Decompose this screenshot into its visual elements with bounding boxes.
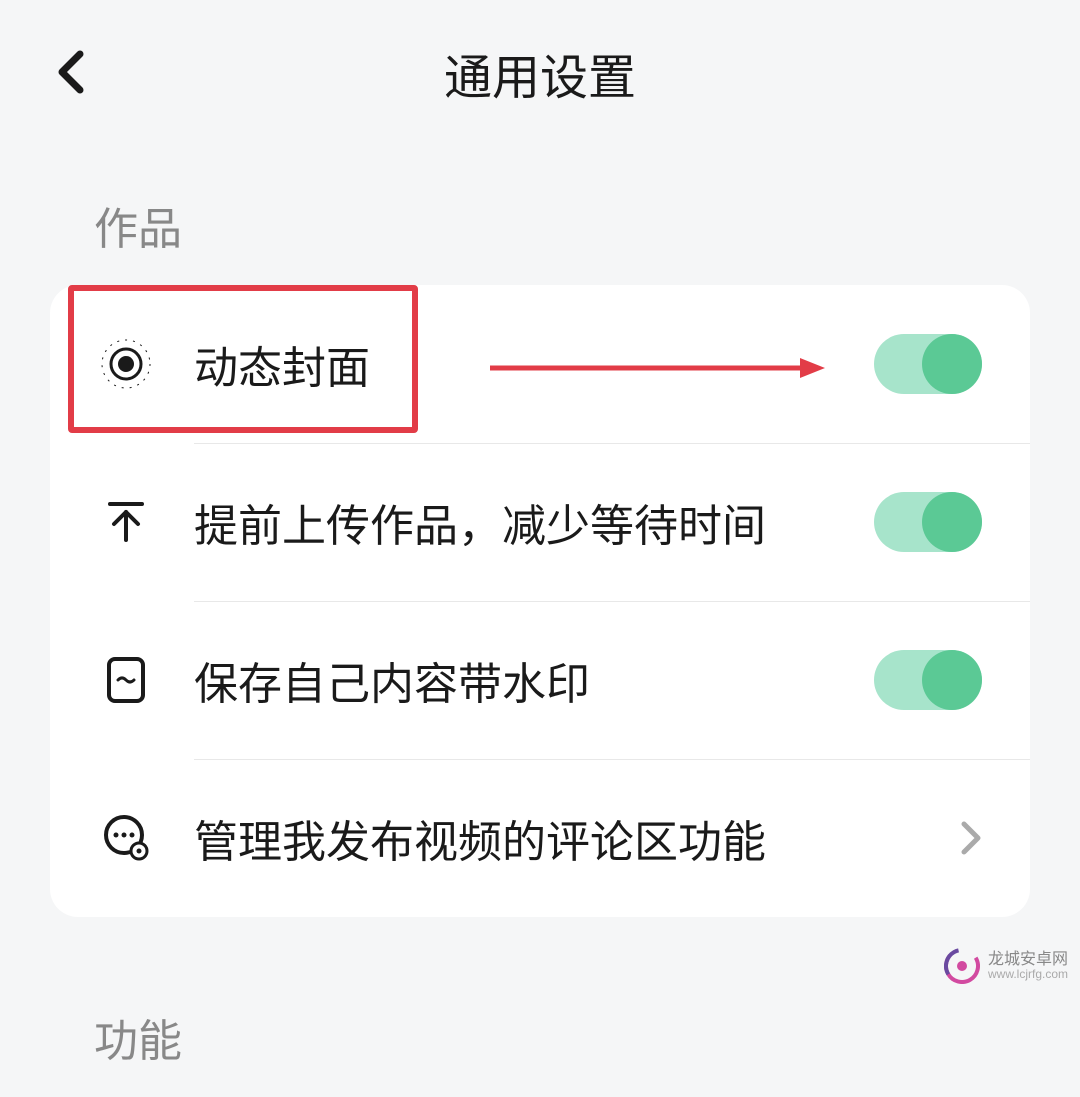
works-card: 动态封面 提前上传作品，减少等待时间 保存自己内容带水印 [50, 285, 1030, 917]
row-manage-comments[interactable]: 管理我发布视频的评论区功能 [50, 759, 1030, 917]
toggle-save-watermark[interactable] [874, 650, 982, 710]
row-label: 管理我发布视频的评论区功能 [194, 806, 960, 870]
toggle-knob [922, 492, 982, 552]
toggle-knob [922, 334, 982, 394]
toggle-knob [922, 650, 982, 710]
back-button[interactable] [48, 48, 96, 96]
comment-settings-icon [98, 810, 154, 866]
toggle-dynamic-cover[interactable] [874, 334, 982, 394]
section-functions-title: 功能 [0, 917, 1080, 1097]
chevron-left-icon [54, 50, 90, 94]
upload-icon [98, 494, 154, 550]
page-title: 通用设置 [444, 38, 636, 108]
watermark: 龙城安卓网 www.lcjrfg.com [944, 948, 1068, 984]
chevron-right-icon [960, 820, 982, 856]
toggle-pre-upload[interactable] [874, 492, 982, 552]
section-works-title: 作品 [0, 145, 1080, 285]
header: 通用设置 [0, 0, 1080, 145]
dynamic-cover-icon [98, 336, 154, 392]
row-label: 保存自己内容带水印 [194, 648, 874, 712]
watermark-title: 龙城安卓网 [988, 951, 1068, 969]
row-save-watermark: 保存自己内容带水印 [50, 601, 1030, 759]
watermark-logo-icon [944, 948, 980, 984]
row-dynamic-cover: 动态封面 [50, 285, 1030, 443]
row-label: 动态封面 [194, 332, 874, 396]
row-label: 提前上传作品，减少等待时间 [194, 490, 874, 554]
save-watermark-icon [98, 652, 154, 708]
row-pre-upload: 提前上传作品，减少等待时间 [50, 443, 1030, 601]
watermark-url: www.lcjrfg.com [988, 968, 1068, 981]
